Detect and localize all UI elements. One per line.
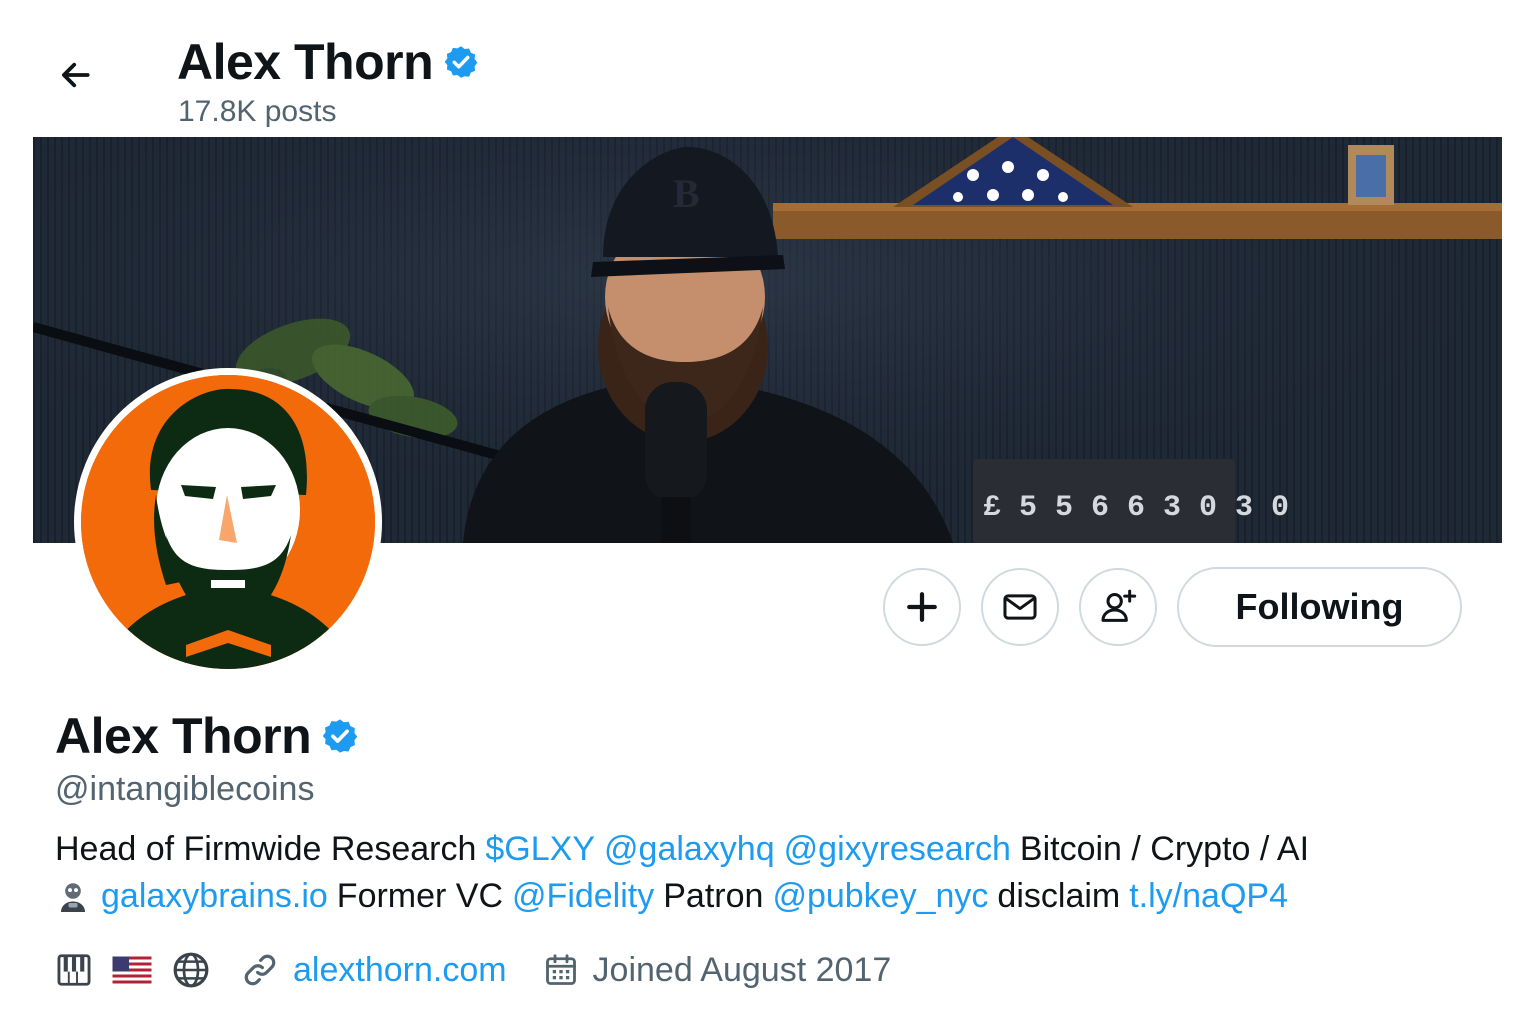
avatar[interactable] (74, 368, 382, 676)
profile-meta: alexthorn.com Joined August 2017 (55, 948, 891, 992)
bio-line-1: Head of Firmwide Research $GLXY @galaxyh… (55, 826, 1495, 873)
website-link[interactable]: alexthorn.com (293, 951, 507, 990)
header-name: Alex Thorn (177, 34, 434, 90)
piano-keys-emoji-icon (55, 951, 93, 989)
bio-disclaimer-link[interactable]: t.ly/naQP4 (1129, 873, 1288, 920)
us-flag-emoji-icon (111, 953, 153, 987)
verified-badge-icon (322, 719, 358, 753)
back-button[interactable] (50, 50, 100, 100)
mail-icon (1003, 594, 1037, 620)
plus-icon (907, 592, 937, 622)
bio-mention-link[interactable]: @galaxyhq (604, 826, 775, 873)
bio-text: Head of Firmwide Research (55, 830, 477, 868)
bio-mention-link[interactable]: @Fidelity (512, 873, 654, 920)
bio-text: disclaim (997, 877, 1121, 915)
globe-emoji-icon (171, 950, 211, 990)
link-icon (241, 951, 279, 989)
bio-text: Bitcoin / Crypto / AI (1019, 830, 1310, 868)
join-date: Joined August 2017 (592, 950, 892, 989)
bio-text: Former VC (336, 877, 504, 915)
bio-text: Patron (663, 877, 764, 915)
subscribe-plus-button[interactable] (883, 568, 961, 646)
profile-name: Alex Thorn (55, 708, 312, 764)
verified-badge-icon (444, 46, 478, 78)
back-arrow-icon (62, 62, 90, 88)
message-button[interactable] (981, 568, 1059, 646)
following-button[interactable]: Following (1177, 567, 1462, 647)
brain-hacker-emoji-icon (61, 882, 85, 912)
avatar-image (81, 375, 375, 669)
profile-handle: @intangiblecoins (55, 770, 315, 808)
header-title: Alex Thorn (177, 32, 479, 92)
calendar-icon (543, 952, 579, 988)
svg-text:B: B (673, 171, 700, 216)
add-person-button[interactable] (1079, 568, 1157, 646)
post-count: 17.8K posts (178, 95, 337, 128)
add-person-icon (1101, 589, 1137, 622)
bio-mention-link[interactable]: @gixyresearch (784, 826, 1011, 873)
profile-bio: Head of Firmwide Research $GLXY @galaxyh… (55, 826, 1495, 920)
banner-counter: £ 5 5 6 6 3 0 3 0 (983, 491, 1289, 525)
bio-cashtag-link[interactable]: $GLXY (485, 826, 595, 873)
profile-name-row: Alex Thorn (55, 704, 359, 768)
bio-website-link[interactable]: galaxybrains.io (101, 873, 328, 920)
bio-line-2: galaxybrains.io Former VC @Fidelity Patr… (55, 873, 1495, 920)
bio-mention-link[interactable]: @pubkey_nyc (772, 873, 988, 920)
